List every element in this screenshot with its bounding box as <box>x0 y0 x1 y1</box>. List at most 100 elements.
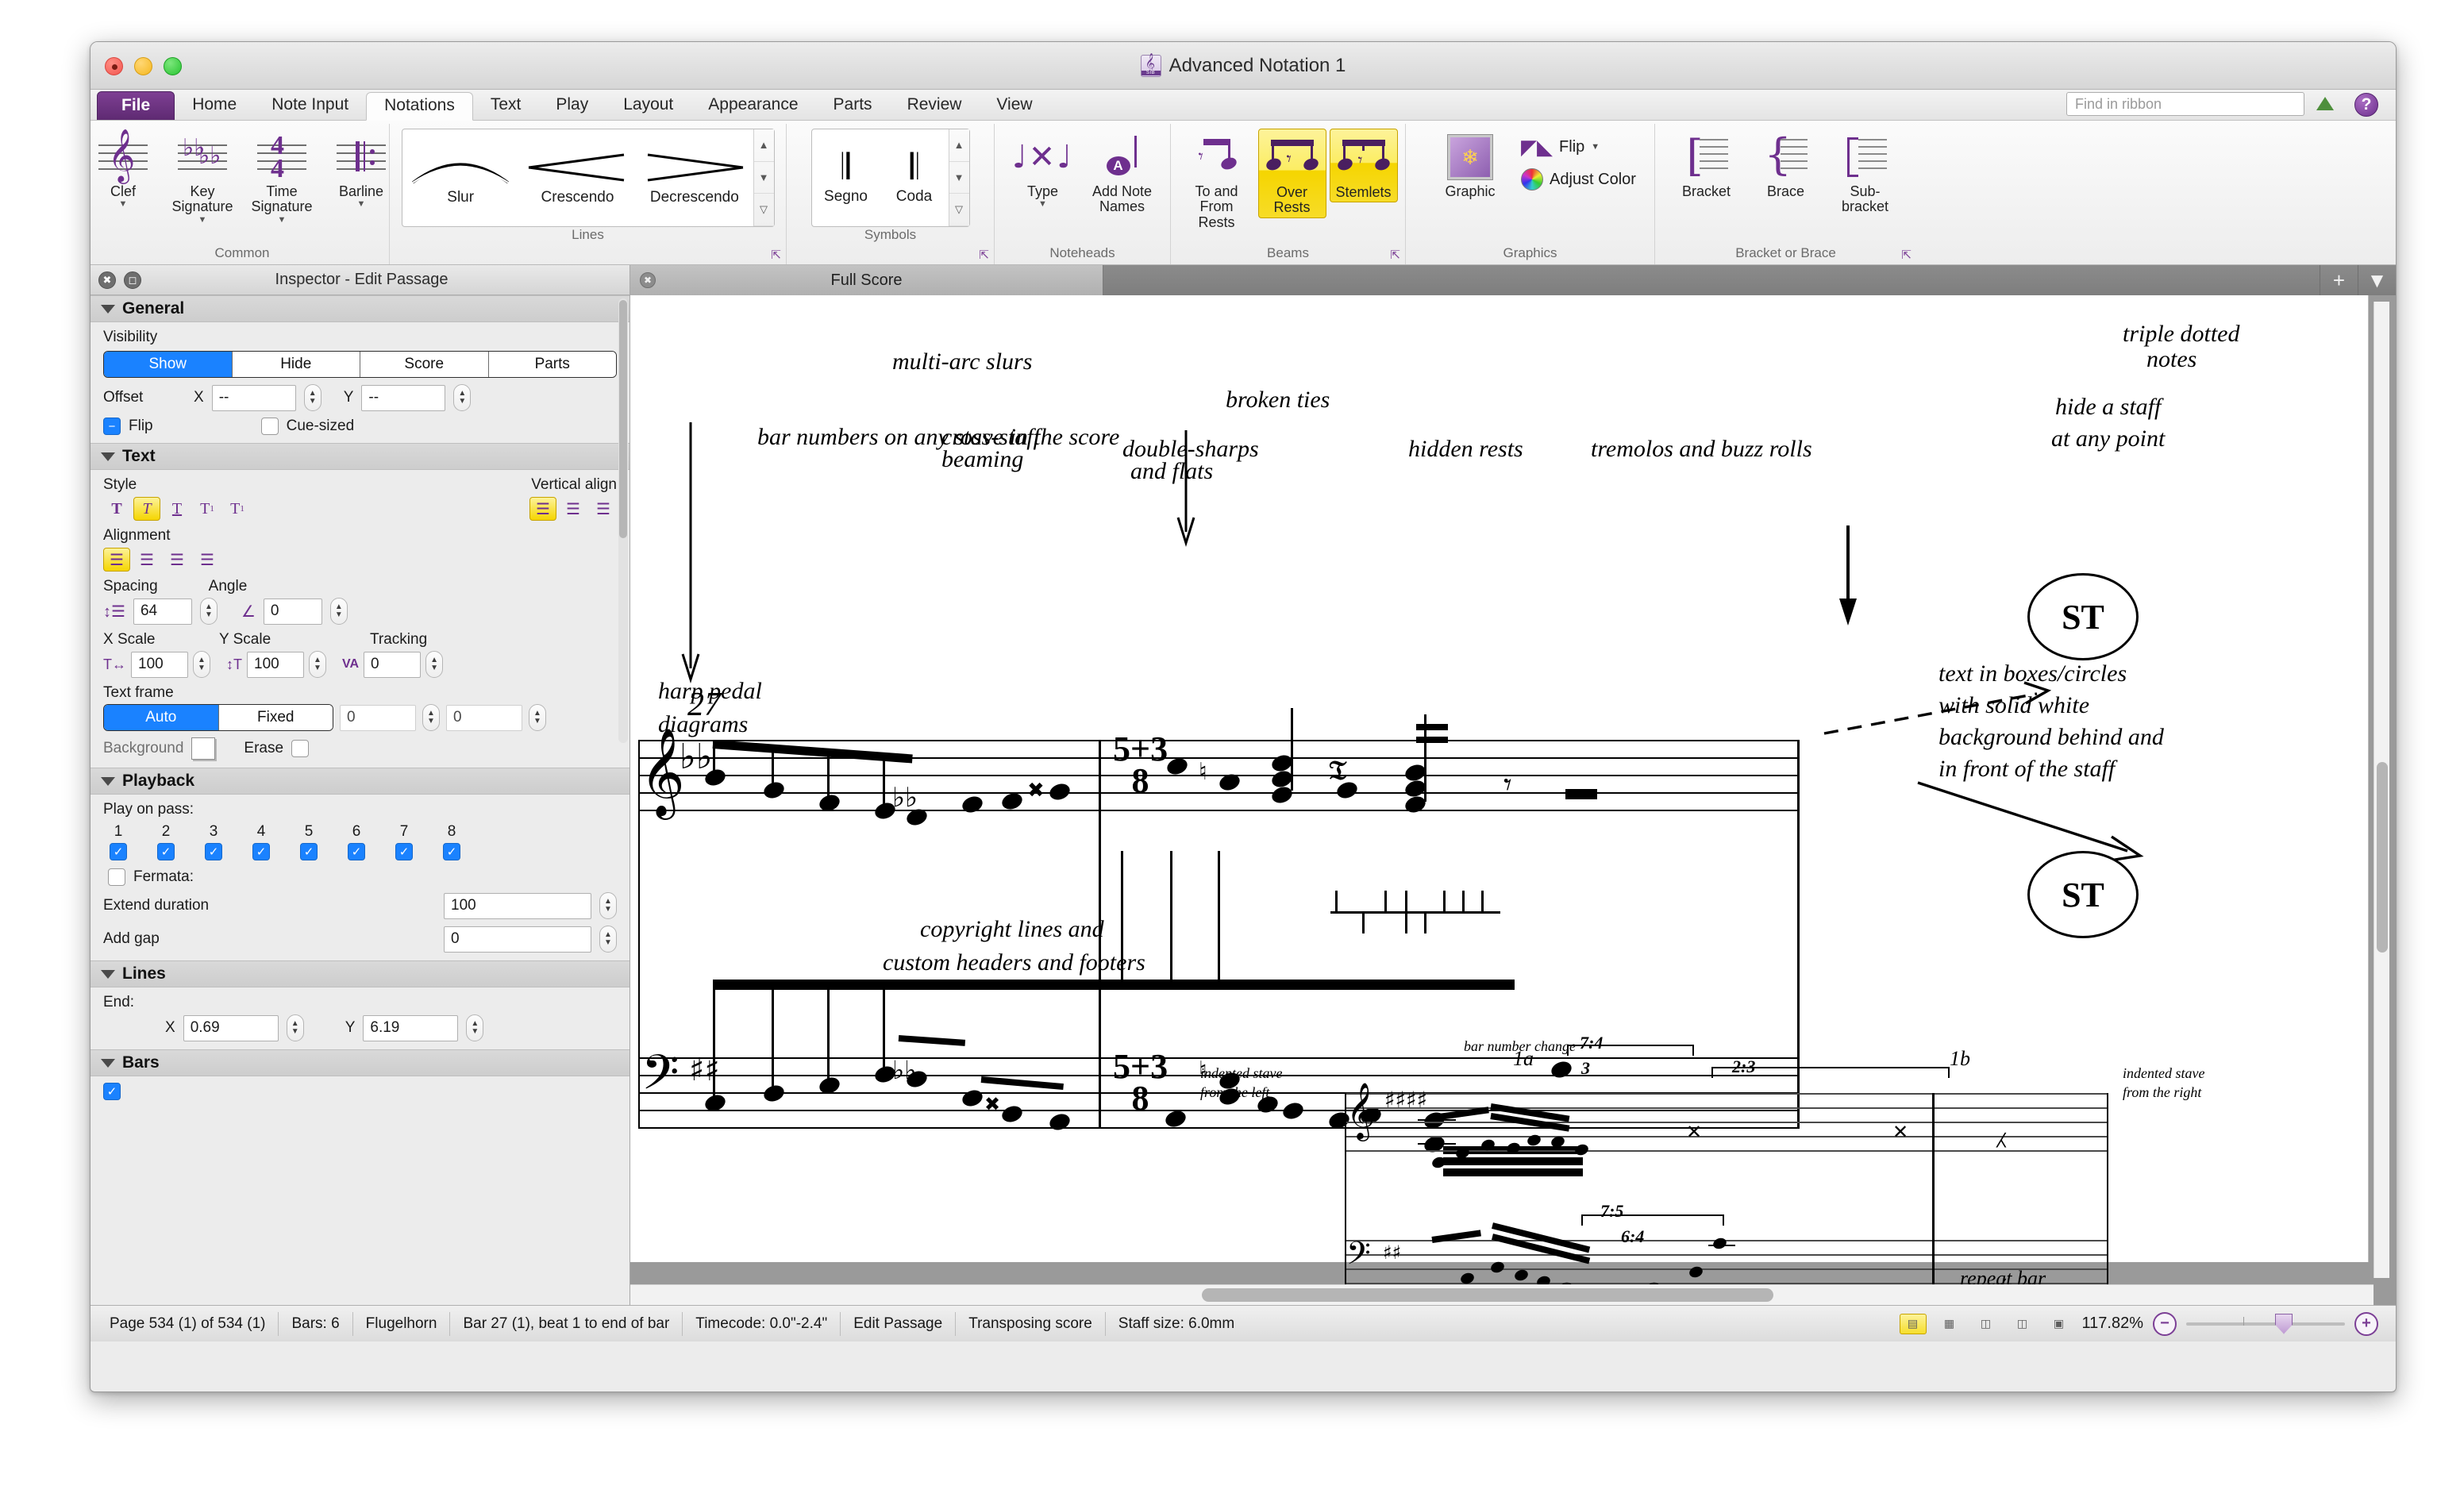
zoom-slider-thumb[interactable] <box>2275 1313 2293 1334</box>
zoom-in-button[interactable]: + <box>2354 1311 2378 1336</box>
score-horizontal-scrollbar[interactable] <box>630 1284 2374 1305</box>
gallery-expand-icon[interactable]: ▽ <box>949 194 969 227</box>
frame-height-stepper[interactable]: ▲ ▼ <box>529 704 546 731</box>
close-icon[interactable]: ✖ <box>98 271 116 289</box>
notehead-type-button[interactable]: ♩✕♩ Type ▼ <box>1005 129 1081 210</box>
pass-7-checkbox[interactable]: ✓ <box>395 843 413 860</box>
tracking-stepper[interactable]: ▲ ▼ <box>425 651 444 678</box>
lines-gallery-scrollbar[interactable]: ▲ ▼ ▽ <box>753 129 774 227</box>
text-frame-segmented-control[interactable]: Auto Fixed <box>103 704 333 731</box>
crescendo-item[interactable]: Crescendo <box>519 129 636 226</box>
tab-play[interactable]: Play <box>538 91 606 120</box>
x-scale-stepper[interactable]: ▲ ▼ <box>193 651 210 678</box>
valign-middle-button[interactable]: ☰ <box>560 497 587 521</box>
section-text-header[interactable]: Text <box>90 443 629 470</box>
tab-parts[interactable]: Parts <box>816 91 890 120</box>
view-panorama-icon[interactable]: ▣ <box>2046 1314 2073 1334</box>
cue-sized-checkbox[interactable] <box>260 418 279 435</box>
zoom-out-button[interactable]: − <box>2153 1311 2177 1336</box>
zoom-slider[interactable] <box>2186 1313 2345 1334</box>
score-tab-full-score[interactable]: ✖ Full Score <box>630 265 1103 295</box>
line-end-x-stepper[interactable]: ▲ ▼ <box>286 1014 304 1041</box>
italic-text-button[interactable]: T <box>133 497 160 521</box>
brace-button[interactable]: { Brace <box>1748 129 1824 201</box>
scroll-down-icon[interactable]: ▼ <box>753 162 774 194</box>
align-justify-button[interactable]: ☰ <box>194 548 221 572</box>
flip-checkbox[interactable]: − <box>103 418 121 435</box>
frame-width-stepper[interactable]: ▲ ▼ <box>422 704 440 731</box>
tab-view[interactable]: View <box>979 91 1049 120</box>
visibility-hide-button[interactable]: Hide <box>232 352 360 377</box>
add-note-names-button[interactable]: A Add Note Names <box>1084 129 1161 217</box>
gallery-expand-icon[interactable]: ▽ <box>753 194 774 227</box>
visibility-show-button[interactable]: Show <box>104 352 233 377</box>
add-gap-field[interactable]: 0 <box>444 926 591 953</box>
angle-field[interactable]: 0 <box>263 598 322 625</box>
sub-bracket-button[interactable]: Sub-bracket <box>1827 129 1904 217</box>
close-window-button[interactable] <box>105 57 123 75</box>
collapse-ribbon-icon[interactable] <box>2316 97 2334 110</box>
angle-stepper[interactable]: ▲ ▼ <box>329 598 348 625</box>
valign-bottom-button[interactable]: ☰ <box>590 497 617 521</box>
view-pages-vertically-icon[interactable]: ◫ <box>2009 1314 2036 1334</box>
view-spreads-horizontally-icon[interactable]: ▤ <box>1899 1313 1927 1334</box>
find-in-ribbon-field[interactable] <box>2066 92 2304 116</box>
pass-5-checkbox[interactable]: ✓ <box>300 843 318 860</box>
view-spreads-vertically-icon[interactable]: ▦ <box>1936 1314 1963 1334</box>
help-icon[interactable]: ? <box>2354 93 2378 117</box>
section-lines-header[interactable]: Lines <box>90 960 629 987</box>
tab-notations[interactable]: Notations <box>366 92 473 121</box>
symbols-gallery[interactable]: 𝄂 Segno 𝄃 Coda ▲ ▼ ▽ <box>810 129 970 227</box>
pass-3-checkbox[interactable]: ✓ <box>205 843 222 860</box>
decrescendo-item[interactable]: Decrescendo <box>636 129 753 226</box>
beam-to-from-rests-button[interactable]: 𝄾 To and From Rests <box>1179 129 1255 232</box>
visibility-parts-button[interactable]: Parts <box>488 352 616 377</box>
align-center-button[interactable]: ☰ <box>133 548 160 572</box>
beams-dialog-launcher-icon[interactable]: ⇱ <box>1390 248 1400 262</box>
tab-appearance[interactable]: Appearance <box>691 91 815 120</box>
tab-home[interactable]: Home <box>175 91 254 120</box>
scroll-up-icon[interactable]: ▲ <box>949 129 969 162</box>
symbols-dialog-launcher-icon[interactable]: ⇱ <box>979 248 989 262</box>
text-frame-fixed-button[interactable]: Fixed <box>218 705 333 730</box>
frame-width-field[interactable]: 0 <box>340 704 416 731</box>
pass-8-checkbox[interactable]: ✓ <box>443 843 460 860</box>
tab-note-input[interactable]: Note Input <box>254 91 366 120</box>
background-color-swatch[interactable] <box>191 737 216 760</box>
erase-checkbox[interactable] <box>291 740 310 757</box>
symbols-gallery-scrollbar[interactable]: ▲ ▼ ▽ <box>948 129 969 227</box>
tab-file[interactable]: File <box>97 91 175 120</box>
visibility-segmented-control[interactable]: Show Hide Score Parts <box>103 351 617 378</box>
lines-gallery[interactable]: Slur Crescendo Decrescendo ▲ ▼ ▽ <box>401 129 775 227</box>
close-icon[interactable]: ✖ <box>640 272 656 288</box>
chevron-down-icon[interactable]: ▼ <box>1591 142 1600 152</box>
tab-layout[interactable]: Layout <box>606 91 691 120</box>
coda-item[interactable]: 𝄃 Coda <box>880 129 949 226</box>
pass-1-checkbox[interactable]: ✓ <box>110 843 127 860</box>
chevron-down-icon[interactable]: ▼ <box>119 200 128 209</box>
section-bars-header[interactable]: Bars <box>90 1049 629 1076</box>
x-scale-field[interactable]: 100 <box>131 651 188 678</box>
pass-6-checkbox[interactable]: ✓ <box>348 843 365 860</box>
line-end-y-stepper[interactable]: ▲ ▼ <box>466 1014 484 1041</box>
tab-review[interactable]: Review <box>890 91 980 120</box>
extend-duration-stepper[interactable]: ▲ ▼ <box>599 892 617 919</box>
tracking-field[interactable]: 0 <box>364 651 422 678</box>
section-playback-header[interactable]: Playback <box>90 768 629 795</box>
key-signature-button[interactable]: ♭♭ ♭♭ Key Signature ▼ <box>164 129 241 226</box>
search-input[interactable] <box>2073 94 2297 114</box>
offset-y-stepper[interactable]: ▲ ▼ <box>453 384 472 411</box>
y-scale-stepper[interactable]: ▲ ▼ <box>309 651 326 678</box>
spacing-stepper[interactable]: ▲ ▼ <box>199 598 218 625</box>
chevron-down-icon[interactable]: ▼ <box>198 215 207 225</box>
window-controls[interactable] <box>105 57 182 75</box>
section-general-header[interactable]: General <box>90 295 629 322</box>
tab-text[interactable]: Text <box>473 91 539 120</box>
scroll-down-icon[interactable]: ▼ <box>949 162 969 194</box>
valign-top-button[interactable]: ☰ <box>529 497 556 521</box>
bold-text-button[interactable]: T <box>103 497 130 521</box>
restore-icon[interactable]: ◻ <box>124 271 141 289</box>
minimize-window-button[interactable] <box>134 57 152 75</box>
lines-dialog-launcher-icon[interactable]: ⇱ <box>771 248 781 262</box>
beam-over-rests-button[interactable]: 𝄾 Over Rests <box>1257 129 1326 218</box>
